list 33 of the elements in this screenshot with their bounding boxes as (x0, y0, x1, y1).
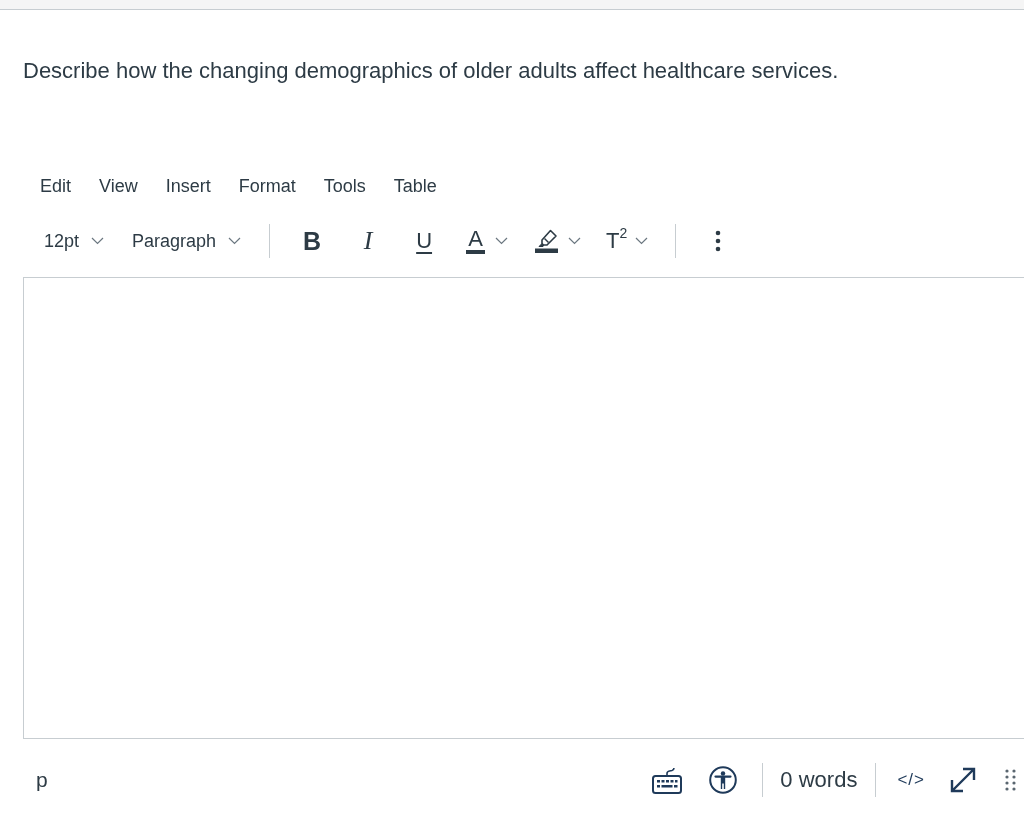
chevron-icon (568, 237, 582, 245)
chevron-icon (228, 237, 242, 245)
diagonal-arrows-icon (948, 765, 978, 795)
superscript-button[interactable]: T$^{2}$ (602, 222, 632, 260)
html-editor-toggle[interactable]: </> (897, 770, 925, 790)
menu-item[interactable]: Insert (159, 171, 217, 201)
underline-button[interactable]: U (404, 222, 445, 260)
color-bar-icon (466, 249, 486, 254)
text-color-button[interactable]: A (460, 222, 492, 260)
keyboard-shortcuts-button[interactable] (652, 766, 683, 794)
chevron-icon (635, 237, 649, 245)
accessibility-checker-button[interactable] (709, 766, 738, 794)
chevron-icon (91, 237, 105, 245)
dropdown-button[interactable]: 12pt (38, 222, 111, 260)
keyboard-icon (652, 766, 683, 794)
menu-item[interactable]: Edit (34, 171, 78, 201)
dropdown-button[interactable]: Paragraph (126, 222, 248, 260)
menu-item[interactable]: Table (387, 171, 443, 201)
menu-item[interactable]: Tools (317, 171, 372, 201)
question-text: Describe how the changing demographics of older adults affect healthcare services. (23, 58, 840, 84)
menu-item[interactable]: View (93, 171, 144, 201)
highlighter-icon (535, 229, 559, 253)
word-count-button[interactable]: 0 words (780, 767, 858, 793)
editor-field[interactable] (23, 277, 1024, 739)
vertical-dots-icon (715, 230, 722, 252)
fullscreen-button[interactable] (948, 765, 978, 795)
bold-button[interactable]: B (292, 222, 333, 260)
chevron-icon (495, 237, 509, 245)
resize-grip-icon[interactable] (1005, 769, 1016, 791)
italic-button[interactable]: I (348, 222, 389, 260)
menu-item[interactable]: Format (232, 171, 302, 201)
accessibility-icon (709, 766, 738, 794)
element-path-button[interactable]: p (32, 766, 52, 794)
